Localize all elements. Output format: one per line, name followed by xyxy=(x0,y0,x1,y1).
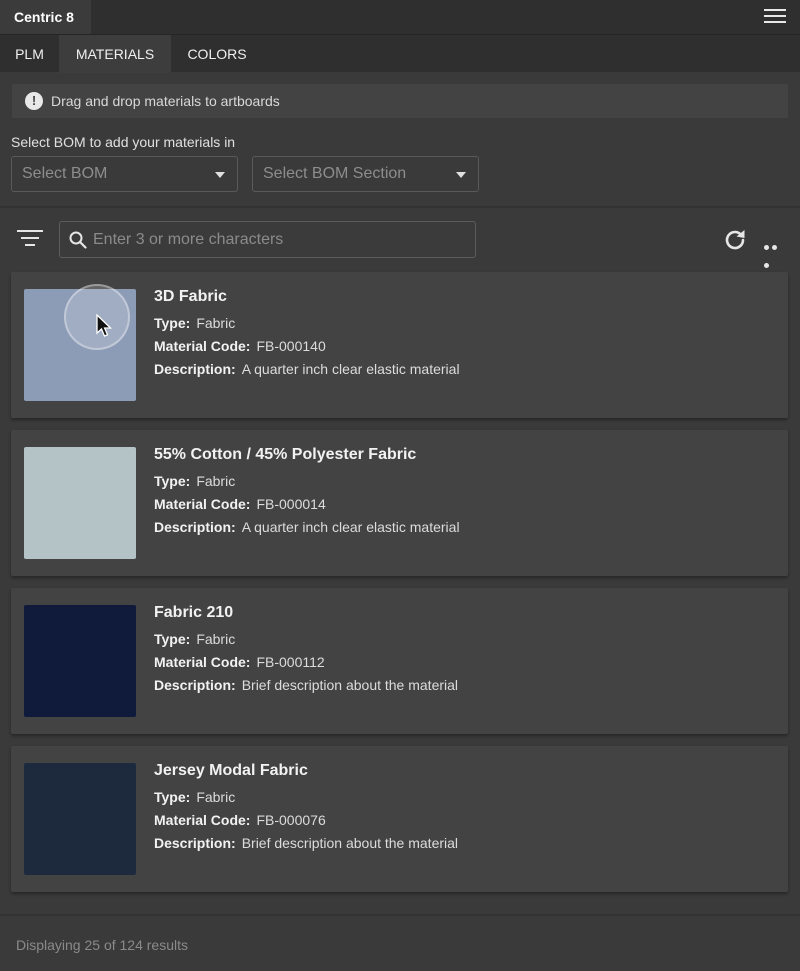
material-code: FB-000014 xyxy=(256,496,326,512)
material-card[interactable]: Jersey Modal Fabric Type: Fabric Material… xyxy=(11,746,788,892)
material-swatch xyxy=(24,447,136,559)
material-description: A quarter inch clear elastic material xyxy=(241,361,460,377)
search-input[interactable] xyxy=(93,222,463,257)
material-type: Fabric xyxy=(196,315,236,331)
type-label: Type: xyxy=(154,789,191,805)
app-title: Centric 8 xyxy=(0,0,91,34)
tab-bar: PLM MATERIALS COLORS xyxy=(0,34,800,73)
material-code: FB-000112 xyxy=(256,654,325,670)
description-label: Description: xyxy=(154,835,236,851)
select-bom-section-placeholder: Select BOM Section xyxy=(263,165,407,182)
info-banner: ! Drag and drop materials to artboards xyxy=(12,84,788,118)
code-label: Material Code: xyxy=(154,654,251,670)
code-label: Material Code: xyxy=(154,812,251,828)
footer-divider xyxy=(0,914,800,916)
material-description: Brief description about the material xyxy=(241,677,459,693)
material-description: A quarter inch clear elastic material xyxy=(241,519,460,535)
type-label: Type: xyxy=(154,631,191,647)
select-bom-section-dropdown[interactable]: Select BOM Section xyxy=(252,156,479,192)
hamburger-menu-icon[interactable] xyxy=(764,9,786,25)
select-bom-placeholder: Select BOM xyxy=(22,165,108,182)
title-bar: Centric 8 xyxy=(0,0,800,34)
search-icon xyxy=(69,231,87,249)
search-box xyxy=(59,221,476,258)
material-description: Brief description about the material xyxy=(241,835,459,851)
material-swatch xyxy=(24,289,136,401)
material-type: Fabric xyxy=(196,473,236,489)
material-swatch xyxy=(24,605,136,717)
tab-materials[interactable]: MATERIALS xyxy=(59,35,171,73)
material-type: Fabric xyxy=(196,789,236,805)
material-card[interactable]: 3D Fabric Type: Fabric Material Code: FB-0… xyxy=(11,272,788,418)
filter-icon[interactable] xyxy=(17,230,43,250)
material-swatch xyxy=(24,763,136,875)
material-name: Jersey Modal Fabric xyxy=(154,762,308,779)
tab-colors[interactable]: COLORS xyxy=(171,35,263,73)
material-name: 3D Fabric xyxy=(154,288,227,305)
tab-plm[interactable]: PLM xyxy=(0,35,59,73)
chevron-down-icon xyxy=(456,172,466,178)
description-label: Description: xyxy=(154,677,236,693)
material-type: Fabric xyxy=(196,631,236,647)
bom-label: Select BOM to add your materials in xyxy=(11,134,236,150)
description-label: Description: xyxy=(154,519,236,535)
results-count: Displaying 25 of 124 results xyxy=(16,937,188,953)
description-label: Description: xyxy=(154,361,236,377)
material-card[interactable]: Fabric 210 Type: Fabric Material Code: FB-… xyxy=(11,588,788,734)
material-card[interactable]: 55% Cotton / 45% Polyester Fabric Type: F… xyxy=(11,430,788,576)
material-name: Fabric 210 xyxy=(154,604,234,621)
type-label: Type: xyxy=(154,315,191,331)
material-code: FB-000076 xyxy=(256,812,326,828)
divider xyxy=(0,206,800,208)
select-bom-dropdown[interactable]: Select BOM xyxy=(11,156,238,192)
material-name: 55% Cotton / 45% Polyester Fabric xyxy=(154,446,417,463)
material-code: FB-000140 xyxy=(256,338,326,354)
info-icon: ! xyxy=(25,92,43,110)
type-label: Type: xyxy=(154,473,191,489)
info-text: Drag and drop materials to artboards xyxy=(51,93,280,109)
refresh-icon[interactable] xyxy=(722,227,748,253)
code-label: Material Code: xyxy=(154,338,251,354)
more-options-icon[interactable] xyxy=(764,237,786,268)
code-label: Material Code: xyxy=(154,496,251,512)
chevron-down-icon xyxy=(215,172,225,178)
